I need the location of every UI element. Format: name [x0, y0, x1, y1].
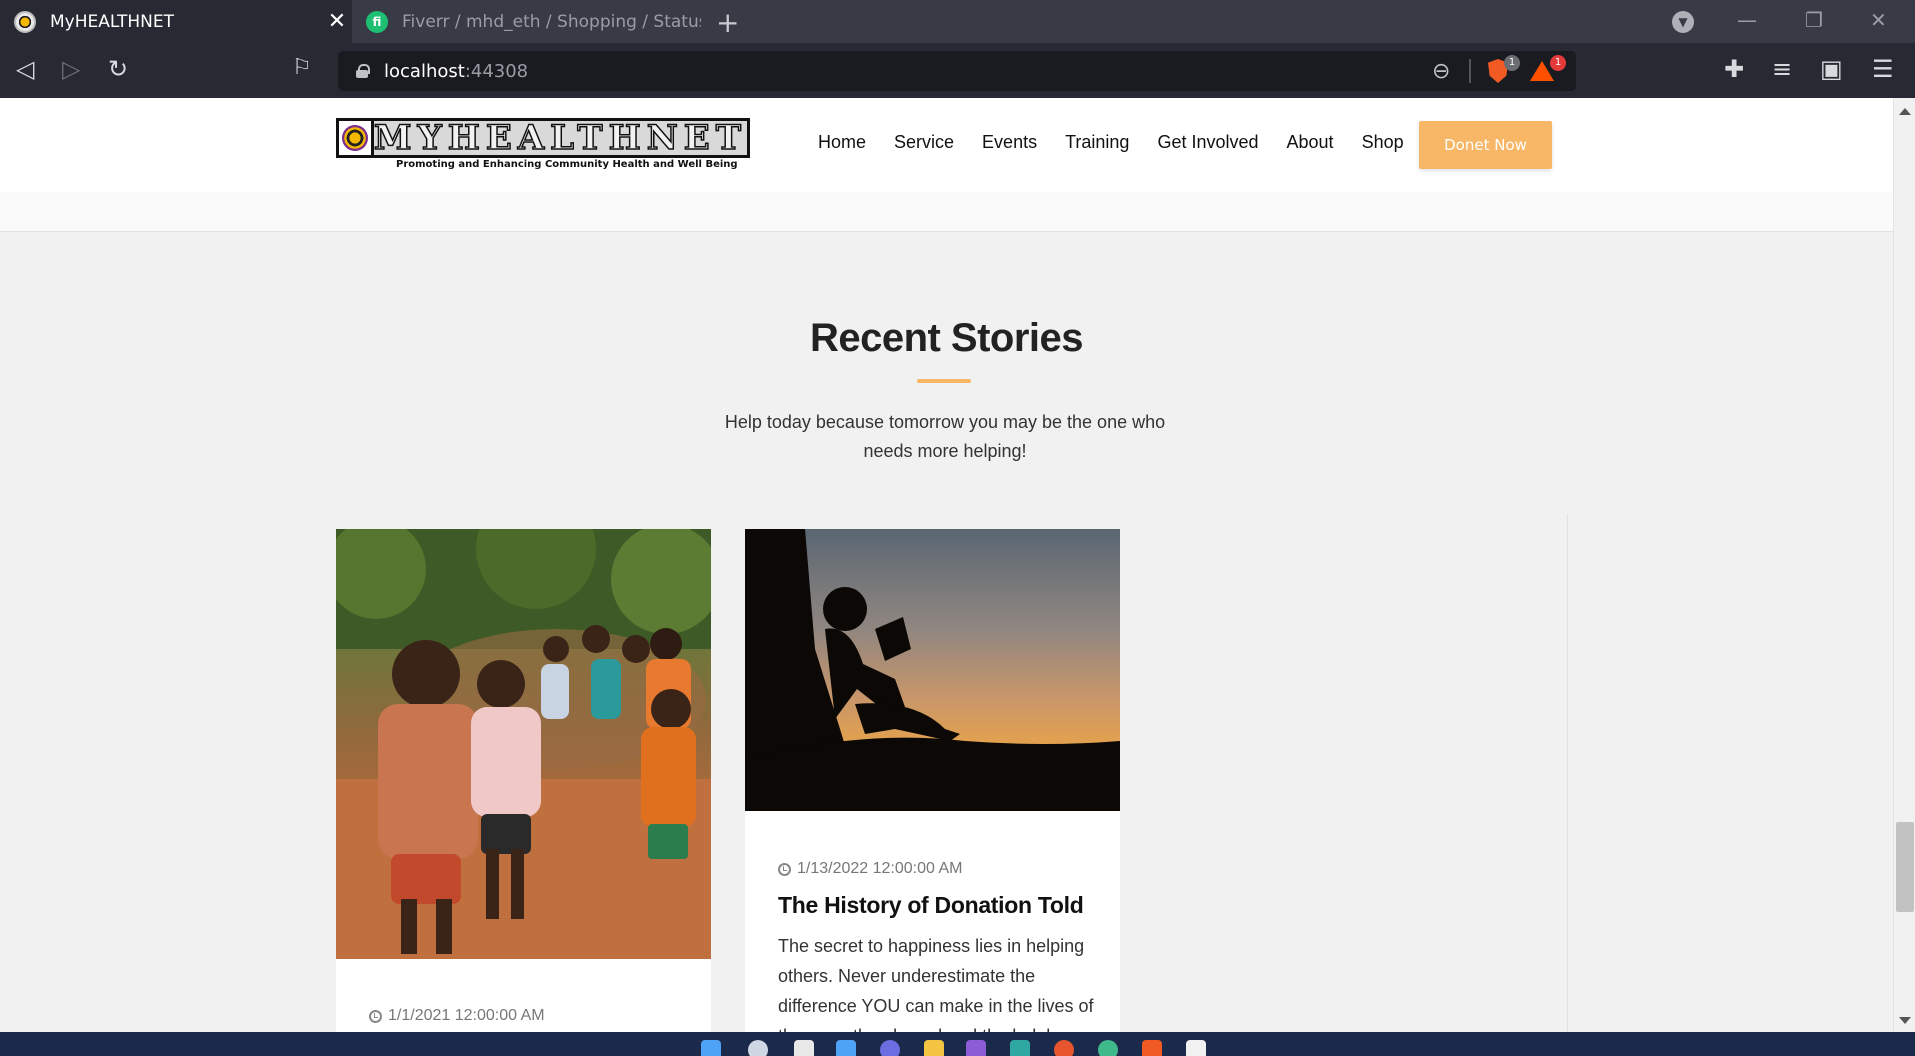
- clock-icon: [369, 1009, 382, 1023]
- children-photo-illustration: [336, 529, 711, 959]
- story-date-text: 1/1/2021 12:00:00 AM: [388, 1007, 545, 1024]
- clock-icon: [778, 862, 791, 876]
- scroll-up-arrow-icon[interactable]: [1899, 108, 1911, 115]
- logo-box: MYHEALTHNET: [336, 117, 750, 159]
- story-date: 1/1/2021 12:00:00 AM: [369, 1007, 545, 1025]
- url-port: :44308: [464, 60, 529, 82]
- nav-home[interactable]: Home: [818, 132, 866, 153]
- window-close-icon[interactable]: ✕: [1870, 8, 1887, 32]
- app-icon-white[interactable]: [1186, 1040, 1206, 1056]
- story-image-children-running[interactable]: [336, 529, 711, 959]
- search-icon[interactable]: [748, 1040, 768, 1056]
- reload-icon[interactable]: ↻: [108, 55, 128, 83]
- shields-count-badge: 1: [1504, 55, 1520, 71]
- header-strip: [0, 192, 1893, 232]
- column-divider: [1567, 514, 1568, 1032]
- page-scrollbar[interactable]: [1893, 98, 1915, 1032]
- new-tab-button[interactable]: +: [716, 6, 739, 39]
- widgets-icon[interactable]: [836, 1040, 856, 1056]
- browser-tab-bar: MyHEALTHNET ✕ fi Fiverr / mhd_eth / Shop…: [0, 0, 1915, 43]
- puzzle-icon[interactable]: ✚: [1724, 55, 1744, 83]
- chat-icon[interactable]: [880, 1040, 900, 1056]
- story-image-reading-silhouette[interactable]: [745, 529, 1120, 811]
- story-card[interactable]: 1/1/2021 12:00:00 AM: [336, 529, 711, 1032]
- nav-training[interactable]: Training: [1065, 132, 1129, 153]
- logo-wordmark: MYHEALTHNET: [373, 117, 747, 159]
- title-underline: [917, 379, 971, 383]
- story-excerpt: The secret to happiness lies in helping …: [778, 936, 1094, 1032]
- brave-taskbar-icon[interactable]: [1142, 1040, 1162, 1056]
- os-taskbar: [0, 1032, 1915, 1056]
- tab-fiverr[interactable]: fi Fiverr / mhd_eth / Shopping / Status …: [352, 0, 701, 43]
- address-bar[interactable]: localhost :44308 ⊖ 1 1: [338, 51, 1576, 91]
- scroll-down-arrow-icon[interactable]: [1899, 1017, 1911, 1024]
- task-view-icon[interactable]: [794, 1040, 814, 1056]
- story-date-text: 1/13/2022 12:00:00 AM: [797, 860, 963, 877]
- tab-title: Fiverr / mhd_eth / Shopping / Status c: [402, 11, 701, 32]
- zoom-out-icon[interactable]: ⊖: [1432, 59, 1450, 84]
- nav-get-involved[interactable]: Get Involved: [1157, 132, 1258, 153]
- url-host: localhost: [384, 60, 465, 82]
- bookmark-icon[interactable]: ⚐: [292, 55, 312, 80]
- site-logo[interactable]: MYHEALTHNET Promoting and Enhancing Comm…: [336, 117, 750, 174]
- file-explorer-icon[interactable]: [924, 1040, 944, 1056]
- playlist-icon[interactable]: ≡: [1772, 55, 1792, 83]
- silhouette-photo-illustration: [745, 529, 1120, 811]
- tab-myhealthnet[interactable]: MyHEALTHNET ✕: [0, 0, 352, 43]
- nav-about[interactable]: About: [1287, 132, 1334, 153]
- app-icon-green[interactable]: [1098, 1040, 1118, 1056]
- hamburger-menu-icon[interactable]: ☰: [1872, 55, 1894, 83]
- start-icon[interactable]: [701, 1040, 721, 1056]
- rewards-count-badge: 1: [1550, 55, 1566, 71]
- tab-title: MyHEALTHNET: [50, 11, 175, 32]
- close-tab-icon[interactable]: ✕: [322, 9, 352, 34]
- wallet-icon[interactable]: ▣: [1820, 55, 1843, 83]
- url-separator: [1469, 59, 1471, 83]
- section-title: Recent Stories: [809, 316, 1084, 360]
- site-favicon-icon: [14, 10, 36, 33]
- section-subtitle: Help today because tomorrow you may be t…: [724, 412, 1166, 461]
- nav-shop[interactable]: Shop: [1362, 132, 1404, 153]
- main-nav: Home Service Events Training Get Involve…: [818, 132, 1432, 153]
- story-date: 1/13/2022 12:00:00 AM: [778, 860, 962, 878]
- app-icon-orange[interactable]: [1054, 1040, 1074, 1056]
- story-card[interactable]: 1/13/2022 12:00:00 AM The History of Don…: [745, 529, 1120, 1032]
- nav-service[interactable]: Service: [894, 132, 954, 153]
- logo-tagline: Promoting and Enhancing Community Health…: [396, 159, 738, 170]
- restore-icon[interactable]: ❐: [1805, 8, 1823, 32]
- w3-app-icon[interactable]: [1010, 1040, 1030, 1056]
- visual-studio-icon[interactable]: [966, 1040, 986, 1056]
- logo-mark-icon: [339, 121, 374, 155]
- lock-icon: [356, 64, 370, 78]
- scrollbar-thumb[interactable]: [1896, 822, 1914, 912]
- minimize-icon[interactable]: —: [1737, 8, 1757, 32]
- site-header: MYHEALTHNET Promoting and Enhancing Comm…: [0, 98, 1893, 192]
- tab-search-dropdown-icon[interactable]: ▼: [1672, 11, 1694, 33]
- browser-toolbar: ◁ ▷ ↻ ⚐ localhost :44308 ⊖ 1 1 ✚ ≡ ▣ ☰: [0, 43, 1915, 98]
- story-title[interactable]: The History of Donation Told: [778, 892, 1084, 919]
- back-arrow-icon[interactable]: ◁: [16, 55, 34, 83]
- forward-arrow-icon[interactable]: ▷: [62, 55, 80, 83]
- nav-events[interactable]: Events: [982, 132, 1037, 153]
- fiverr-favicon-icon: fi: [366, 10, 388, 33]
- page-viewport: MYHEALTHNET Promoting and Enhancing Comm…: [0, 98, 1915, 1032]
- donate-button[interactable]: Donet Now: [1419, 121, 1552, 169]
